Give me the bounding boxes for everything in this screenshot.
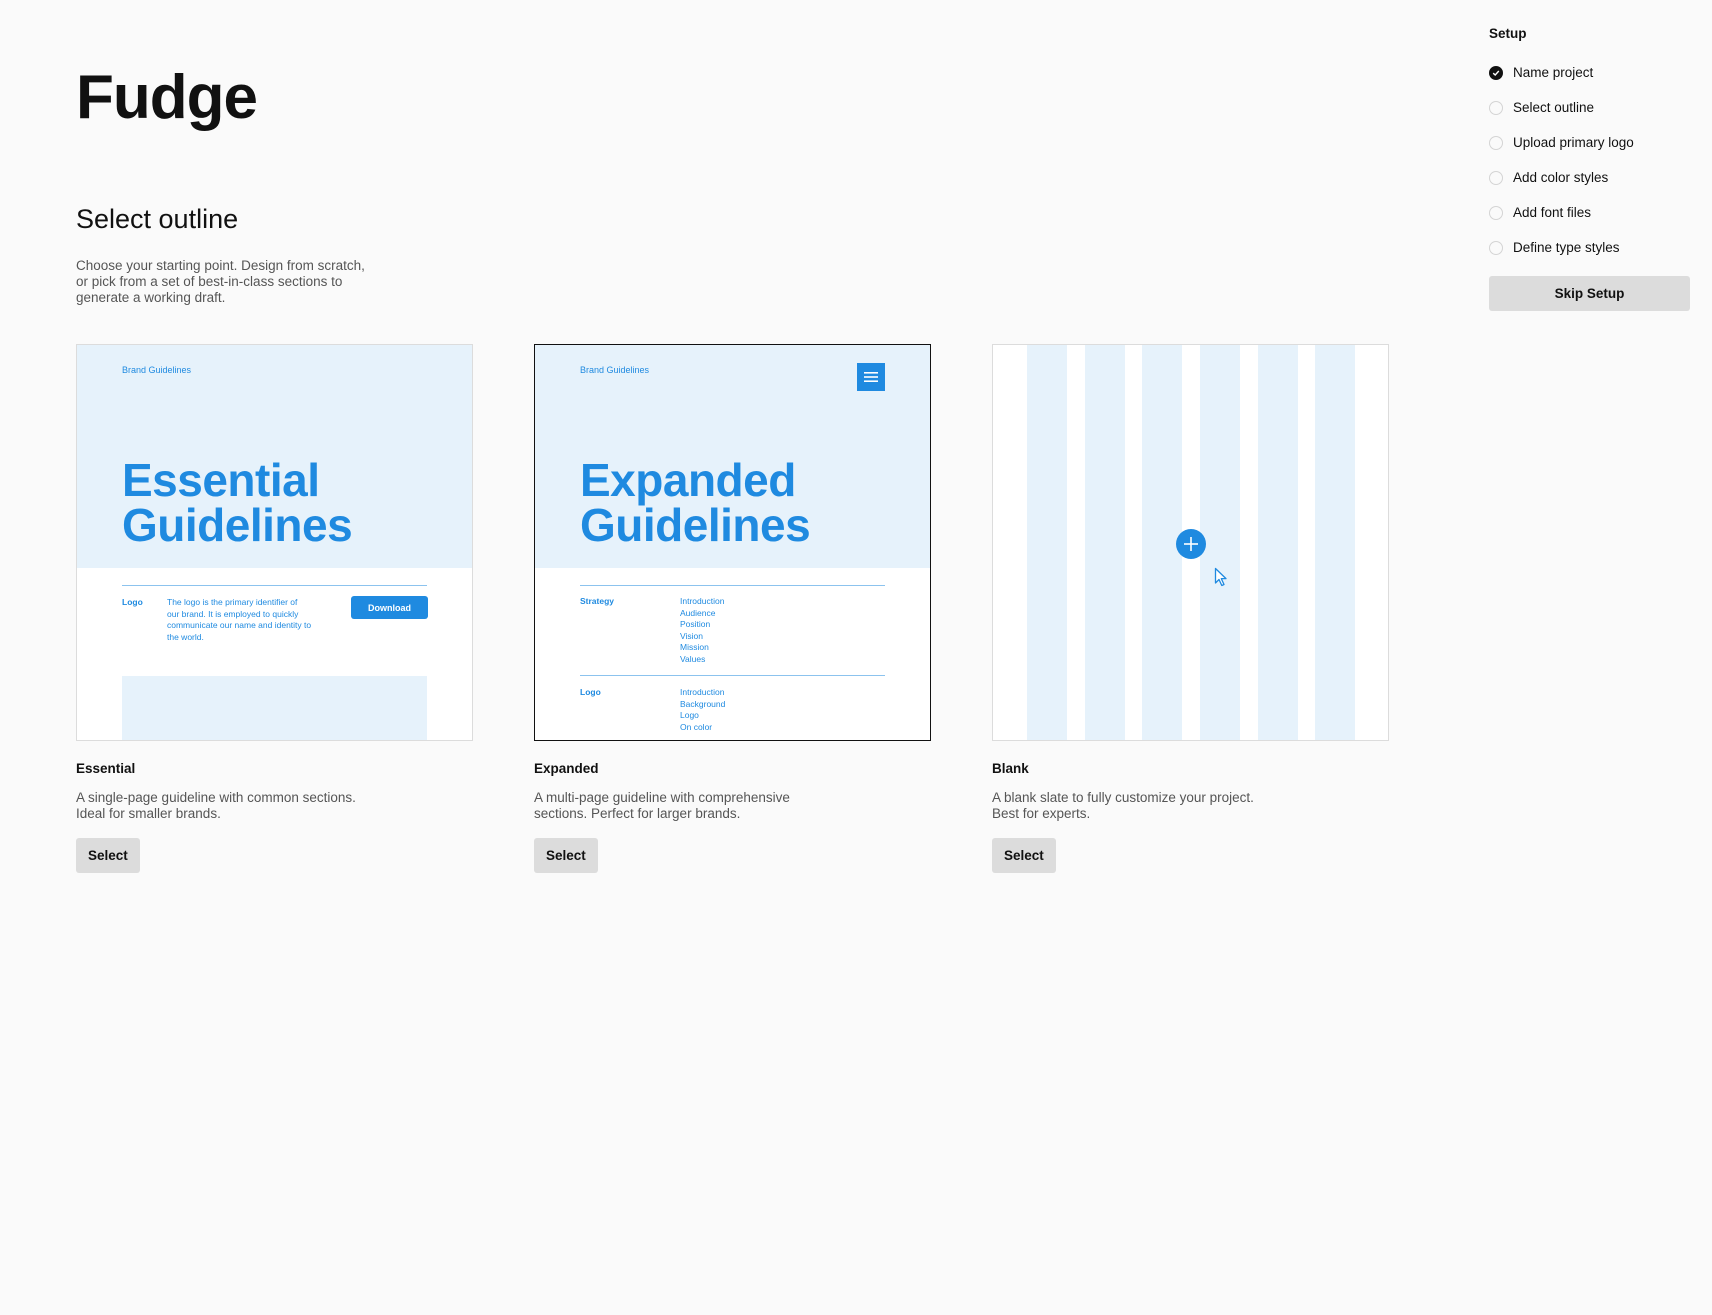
outline-card-essential: Brand Guidelines Essential Guidelines Lo… — [76, 344, 473, 873]
preview-title-line2: Guidelines — [122, 499, 353, 551]
setup-step-label: Add color styles — [1513, 170, 1609, 185]
preview-brand-label: Brand Guidelines — [580, 365, 650, 375]
preview-item: Introduction — [680, 687, 725, 697]
card-name: Expanded — [534, 761, 599, 776]
preview-title-line1: Expanded — [580, 454, 796, 506]
grid-column — [1085, 345, 1125, 740]
card-description: A blank slate to fully customize your pr… — [992, 790, 1254, 821]
grid-column — [1027, 345, 1067, 740]
preview-title: Essential Guidelines — [122, 454, 353, 551]
preview-item: Logo — [680, 710, 699, 720]
skip-setup-button[interactable]: Skip Setup — [1489, 276, 1690, 311]
preview-section-label: Logo — [580, 687, 601, 697]
select-blank-button[interactable]: Select — [992, 838, 1056, 873]
setup-step-upload-logo[interactable]: Upload primary logo — [1489, 125, 1691, 160]
preview-image-placeholder — [122, 676, 427, 740]
preview-divider — [122, 585, 427, 586]
preview-item: Background — [680, 698, 726, 709]
essential-preview[interactable]: Brand Guidelines Essential Guidelines Lo… — [76, 344, 473, 741]
grid-column — [1315, 345, 1355, 740]
outline-card-expanded: Brand Guidelines Expanded Guidelines Str… — [534, 344, 931, 873]
setup-step-name-project[interactable]: Name project — [1489, 55, 1691, 90]
preview-section-label: Strategy — [580, 596, 615, 606]
setup-step-label: Define type styles — [1513, 240, 1620, 255]
preview-title-line1: Essential — [122, 454, 320, 506]
page-description: Choose your starting point. Design from … — [76, 258, 365, 305]
setup-step-label: Name project — [1513, 65, 1594, 80]
card-name: Essential — [76, 761, 136, 776]
select-expanded-button[interactable]: Select — [534, 838, 598, 873]
setup-step-color-styles[interactable]: Add color styles — [1489, 160, 1691, 195]
empty-circle-icon — [1489, 170, 1503, 185]
preview-section-text: The logo is the primary identifier of ou… — [167, 597, 312, 642]
preview-section-items: Introduction Background Logo On color — [680, 687, 725, 733]
page-title: Select outline — [76, 204, 239, 234]
outline-card-blank: Blank A blank slate to fully customize y… — [992, 344, 1389, 873]
preview-item: Audience — [680, 607, 716, 618]
empty-circle-icon — [1489, 135, 1503, 150]
setup-step-label: Add font files — [1513, 205, 1592, 220]
card-description: A multi-page guideline with comprehensiv… — [534, 790, 790, 821]
expanded-preview[interactable]: Brand Guidelines Expanded Guidelines Str… — [534, 344, 931, 741]
setup-panel: Setup Name project Select outline Upload… — [1489, 26, 1691, 311]
preview-title: Expanded Guidelines — [580, 454, 811, 551]
app-title: Fudge — [76, 63, 258, 132]
card-name: Blank — [992, 761, 1029, 776]
card-description: A single-page guideline with common sect… — [76, 790, 356, 821]
empty-circle-icon — [1489, 100, 1503, 115]
plus-icon — [1176, 529, 1206, 559]
setup-step-label: Upload primary logo — [1513, 135, 1634, 150]
preview-divider — [580, 585, 885, 586]
preview-divider — [580, 675, 885, 676]
setup-step-font-files[interactable]: Add font files — [1489, 195, 1691, 230]
preview-item: Mission — [680, 642, 709, 652]
setup-step-label: Select outline — [1513, 100, 1595, 115]
check-circle-icon — [1489, 65, 1503, 80]
hamburger-menu-icon — [857, 363, 885, 391]
preview-download-button: Download — [351, 596, 428, 619]
preview-brand-label: Brand Guidelines — [122, 365, 192, 375]
empty-circle-icon — [1489, 240, 1503, 255]
preview-item: Vision — [680, 630, 703, 641]
grid-column — [1258, 345, 1298, 740]
preview-item: Values — [680, 653, 706, 664]
grid-column — [1200, 345, 1240, 740]
preview-item: On color — [680, 721, 713, 732]
select-essential-button[interactable]: Select — [76, 838, 140, 873]
preview-section-label: Logo — [122, 597, 143, 607]
setup-step-select-outline[interactable]: Select outline — [1489, 90, 1691, 125]
setup-step-type-styles[interactable]: Define type styles — [1489, 230, 1691, 265]
setup-title: Setup — [1489, 26, 1527, 41]
preview-title-line2: Guidelines — [580, 499, 811, 551]
blank-preview[interactable] — [992, 344, 1389, 741]
mouse-pointer-icon — [1214, 567, 1227, 587]
preview-item: Position — [680, 619, 711, 629]
empty-circle-icon — [1489, 205, 1503, 220]
preview-item: Introduction — [680, 596, 725, 606]
preview-section-items: Introduction Audience Position Vision Mi… — [680, 596, 724, 665]
